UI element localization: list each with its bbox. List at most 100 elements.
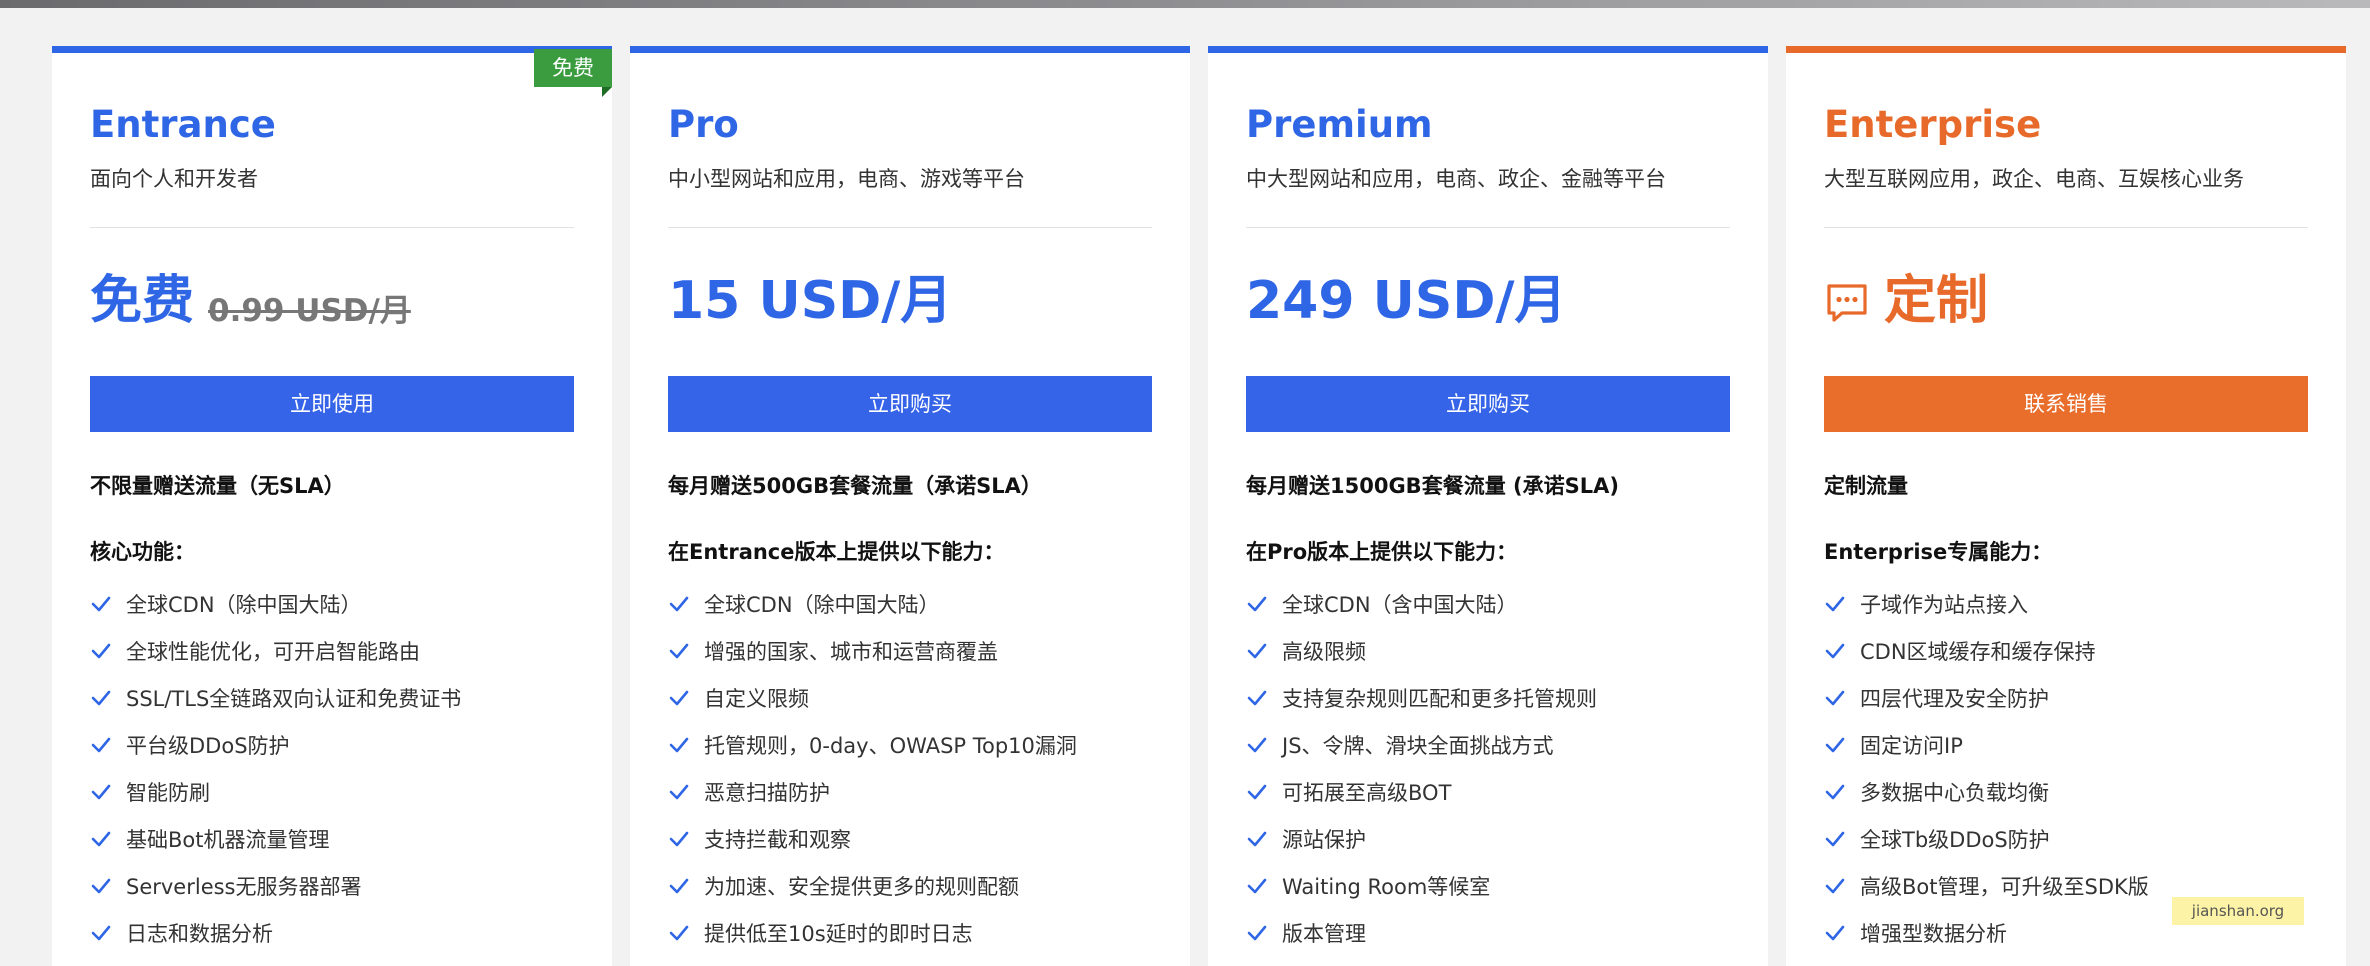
check-icon xyxy=(669,831,689,846)
price: 免费 xyxy=(90,271,195,331)
feature-list: 全球CDN（除中国大陆） 全球性能优化，可开启智能路由 SSL/TLS全链路双向… xyxy=(90,580,574,956)
feature-label: 为加速、安全提供更多的规则配额 xyxy=(704,874,1019,899)
feature-label: 全球性能优化，可开启智能路由 xyxy=(126,639,420,664)
feature-item: 全球CDN（除中国大陆） xyxy=(668,580,1152,627)
check-icon xyxy=(1825,831,1845,846)
feature-label: 高级Bot管理，可升级至SDK版 xyxy=(1860,874,2149,899)
feature-item: 增强的国家、城市和运营商覆盖 xyxy=(668,627,1152,674)
price-row: 定制 xyxy=(1824,266,2308,336)
traffic-quota: 每月赠送1500GB套餐流量 (承诺SLA) xyxy=(1246,474,1619,498)
feature-label: 智能防刷 xyxy=(126,780,210,805)
original-price: 0.99 USD/月 xyxy=(208,292,411,329)
check-icon xyxy=(669,737,689,752)
feature-label: 子域作为站点接入 xyxy=(1860,592,2028,617)
feature-label: 高级限频 xyxy=(1282,639,1366,664)
feature-list: 全球CDN（除中国大陆） 增强的国家、城市和运营商覆盖 自定义限频 托管规则，0… xyxy=(668,580,1152,956)
feature-item: JS、令牌、滑块全面挑战方式 xyxy=(1246,721,1730,768)
check-icon xyxy=(669,925,689,940)
feature-label: 增强的国家、城市和运营商覆盖 xyxy=(704,639,998,664)
pricing-cards: 免费 Entrance 面向个人和开发者 免费 0.99 USD/月 立即使用 … xyxy=(52,46,2346,966)
feature-label: 全球Tb级DDoS防护 xyxy=(1860,827,2050,852)
feature-item: CDN区域缓存和缓存保持 xyxy=(1824,627,2308,674)
use-now-button[interactable]: 立即使用 xyxy=(90,376,574,432)
check-icon xyxy=(91,878,111,893)
feature-label: 自定义限频 xyxy=(704,686,809,711)
feature-item: 智能防刷 xyxy=(90,768,574,815)
plan-description: 大型互联网应用，政企、电商、互娱核心业务 xyxy=(1824,167,2244,191)
plan-description: 中小型网站和应用，电商、游戏等平台 xyxy=(668,167,1025,191)
check-icon xyxy=(1247,596,1267,611)
check-icon xyxy=(669,878,689,893)
check-icon xyxy=(91,737,111,752)
plan-name: Entrance xyxy=(90,103,276,146)
check-icon xyxy=(1247,784,1267,799)
traffic-quota: 定制流量 xyxy=(1824,474,1908,498)
buy-now-button[interactable]: 立即购买 xyxy=(1246,376,1730,432)
feature-item: 恶意扫描防护 xyxy=(668,768,1152,815)
check-icon xyxy=(91,643,111,658)
feature-item: 全球Tb级DDoS防护 xyxy=(1824,815,2308,862)
check-icon xyxy=(91,596,111,611)
check-icon xyxy=(1825,596,1845,611)
feature-item: SSL/TLS全链路双向认证和免费证书 xyxy=(90,674,574,721)
feature-label: CDN区域缓存和缓存保持 xyxy=(1860,639,2096,664)
feature-label: 支持复杂规则匹配和更多托管规则 xyxy=(1282,686,1597,711)
traffic-quota: 不限量赠送流量（无SLA） xyxy=(90,474,345,498)
check-icon xyxy=(1825,643,1845,658)
feature-label: 基础Bot机器流量管理 xyxy=(126,827,330,852)
feature-list: 全球CDN（含中国大陆） 高级限频 支持复杂规则匹配和更多托管规则 JS、令牌、… xyxy=(1246,580,1730,956)
check-icon xyxy=(1247,878,1267,893)
plan-card-enterprise: Enterprise 大型互联网应用，政企、电商、互娱核心业务 定制 联系销售 … xyxy=(1786,46,2346,966)
features-title: Enterprise专属能力： xyxy=(1824,540,2053,564)
feature-item: 多数据中心负载均衡 xyxy=(1824,768,2308,815)
feature-item: 四层代理及安全防护 xyxy=(1824,674,2308,721)
feature-label: 多数据中心负载均衡 xyxy=(1860,780,2049,805)
feature-item: 托管规则，0-day、OWASP Top10漏洞 xyxy=(668,721,1152,768)
price-row: 15 USD/月 xyxy=(668,266,1152,336)
plan-card-pro: Pro 中小型网站和应用，电商、游戏等平台 15 USD/月 立即购买 每月赠送… xyxy=(630,46,1190,966)
price-row: 免费 0.99 USD/月 xyxy=(90,266,574,336)
check-icon xyxy=(1825,690,1845,705)
check-icon xyxy=(1825,737,1845,752)
contact-sales-button[interactable]: 联系销售 xyxy=(1824,376,2308,432)
feature-label: 源站保护 xyxy=(1282,827,1366,852)
feature-item: 可拓展至高级BOT xyxy=(1246,768,1730,815)
plan-card-entrance: 免费 Entrance 面向个人和开发者 免费 0.99 USD/月 立即使用 … xyxy=(52,46,612,966)
feature-item: 固定访问IP xyxy=(1824,721,2308,768)
feature-item: 版本管理 xyxy=(1246,909,1730,956)
check-icon xyxy=(91,784,111,799)
feature-item: 支持复杂规则匹配和更多托管规则 xyxy=(1246,674,1730,721)
check-icon xyxy=(669,690,689,705)
divider xyxy=(1824,227,2308,228)
feature-label: Waiting Room等候室 xyxy=(1282,874,1491,899)
feature-item: 高级限频 xyxy=(1246,627,1730,674)
features-title: 在Entrance版本上提供以下能力： xyxy=(668,540,1005,564)
price-row: 249 USD/月 xyxy=(1246,266,1730,336)
check-icon xyxy=(1825,878,1845,893)
check-icon xyxy=(1247,643,1267,658)
feature-label: 平台级DDoS防护 xyxy=(126,733,290,758)
feature-label: 全球CDN（除中国大陆） xyxy=(704,592,940,617)
features-title: 在Pro版本上提供以下能力： xyxy=(1246,540,1518,564)
feature-item: 源站保护 xyxy=(1246,815,1730,862)
price: 定制 xyxy=(1884,271,1989,331)
feature-label: 全球CDN（除中国大陆） xyxy=(126,592,362,617)
top-strip xyxy=(0,0,2370,8)
feature-item: 子域作为站点接入 xyxy=(1824,580,2308,627)
watermark: jianshan.org xyxy=(2172,897,2304,925)
check-icon xyxy=(1247,925,1267,940)
feature-item: 日志和数据分析 xyxy=(90,909,574,956)
feature-label: 日志和数据分析 xyxy=(126,921,273,946)
feature-item: 平台级DDoS防护 xyxy=(90,721,574,768)
feature-item: 支持拦截和观察 xyxy=(668,815,1152,862)
check-icon xyxy=(669,643,689,658)
feature-label: SSL/TLS全链路双向认证和免费证书 xyxy=(126,686,462,711)
check-icon xyxy=(669,784,689,799)
buy-now-button[interactable]: 立即购买 xyxy=(668,376,1152,432)
feature-item: 全球性能优化，可开启智能路由 xyxy=(90,627,574,674)
plan-name: Enterprise xyxy=(1824,103,2042,146)
feature-item: 全球CDN（除中国大陆） xyxy=(90,580,574,627)
price: 249 USD/月 xyxy=(1246,271,1567,331)
check-icon xyxy=(1825,925,1845,940)
divider xyxy=(668,227,1152,228)
